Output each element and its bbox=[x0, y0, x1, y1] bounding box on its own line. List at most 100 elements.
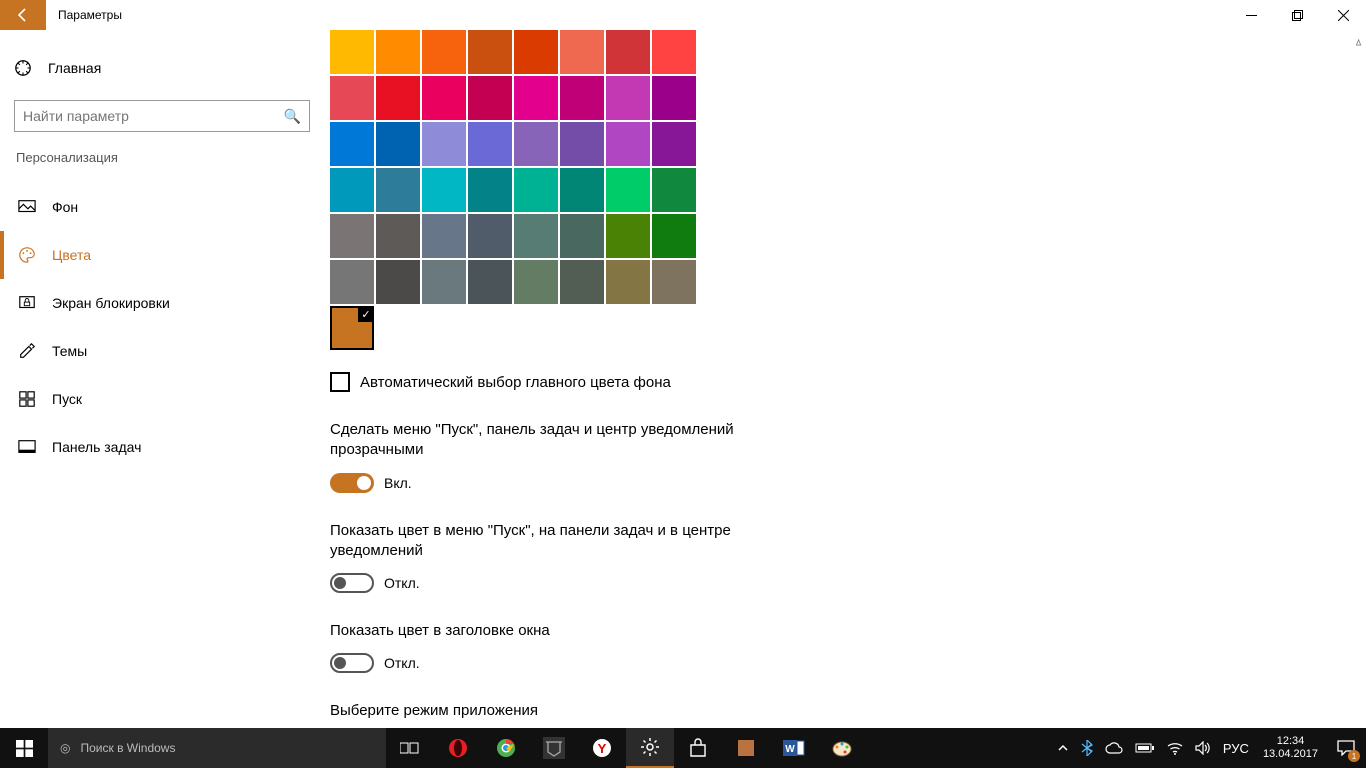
search-icon: 🔍 bbox=[284, 108, 301, 125]
back-button[interactable] bbox=[0, 0, 46, 30]
color-swatch[interactable] bbox=[376, 30, 420, 74]
color-swatch[interactable] bbox=[514, 214, 558, 258]
color-swatch[interactable] bbox=[330, 76, 374, 120]
transparency-toggle[interactable] bbox=[330, 473, 374, 493]
color-swatch[interactable] bbox=[560, 122, 604, 166]
color-swatch[interactable] bbox=[514, 168, 558, 212]
color-swatch[interactable] bbox=[514, 76, 558, 120]
color-swatch[interactable] bbox=[652, 168, 696, 212]
taskbar-app-yandex[interactable]: Y bbox=[578, 728, 626, 768]
show-start-color-toggle[interactable] bbox=[330, 573, 374, 593]
sidebar-item-colors[interactable]: Цвета bbox=[14, 231, 310, 279]
color-swatch[interactable] bbox=[606, 122, 650, 166]
battery-icon[interactable] bbox=[1129, 728, 1161, 768]
notification-badge: 1 bbox=[1348, 750, 1360, 762]
color-swatch[interactable] bbox=[376, 122, 420, 166]
sidebar-item-themes[interactable]: Темы bbox=[14, 327, 310, 375]
color-swatch[interactable] bbox=[514, 122, 558, 166]
color-swatch[interactable] bbox=[560, 76, 604, 120]
show-start-color-label: Показать цвет в меню "Пуск", на панели з… bbox=[330, 521, 750, 562]
color-swatch[interactable] bbox=[468, 30, 512, 74]
color-swatch[interactable] bbox=[468, 168, 512, 212]
taskbar-app-chrome[interactable] bbox=[482, 728, 530, 768]
color-swatch[interactable] bbox=[468, 214, 512, 258]
color-swatch[interactable] bbox=[560, 30, 604, 74]
color-swatch[interactable] bbox=[652, 260, 696, 304]
scroll-up-icon[interactable]: ㅿ bbox=[1353, 34, 1364, 51]
color-swatch[interactable] bbox=[652, 30, 696, 74]
color-swatch[interactable] bbox=[422, 30, 466, 74]
auto-color-label: Автоматический выбор главного цвета фона bbox=[360, 374, 671, 391]
color-swatch[interactable] bbox=[422, 168, 466, 212]
tray-overflow-button[interactable] bbox=[1051, 728, 1075, 768]
taskbar-app-paint[interactable] bbox=[818, 728, 866, 768]
show-titlebar-color-label: Показать цвет в заголовке окна bbox=[330, 621, 750, 641]
color-swatch[interactable] bbox=[468, 76, 512, 120]
action-center-button[interactable]: 1 bbox=[1326, 728, 1366, 768]
color-swatch[interactable] bbox=[422, 214, 466, 258]
home-link[interactable]: Главная bbox=[14, 48, 310, 88]
color-swatch[interactable] bbox=[652, 122, 696, 166]
taskbar-app-wot[interactable] bbox=[530, 728, 578, 768]
check-icon: ✓ bbox=[358, 306, 374, 322]
taskbar-app-opera[interactable] bbox=[434, 728, 482, 768]
color-swatch[interactable] bbox=[330, 122, 374, 166]
taskbar-app-word[interactable]: W bbox=[770, 728, 818, 768]
taskbar-app-store[interactable] bbox=[674, 728, 722, 768]
close-button[interactable] bbox=[1320, 0, 1366, 30]
color-swatch[interactable] bbox=[422, 122, 466, 166]
sidebar-item-background[interactable]: Фон bbox=[14, 183, 310, 231]
color-swatch[interactable] bbox=[560, 168, 604, 212]
color-swatch[interactable] bbox=[560, 214, 604, 258]
color-grid bbox=[330, 30, 1346, 304]
color-swatch[interactable] bbox=[422, 76, 466, 120]
bluetooth-icon[interactable] bbox=[1075, 728, 1099, 768]
color-swatch[interactable] bbox=[468, 260, 512, 304]
sidebar-item-start[interactable]: Пуск bbox=[14, 375, 310, 423]
color-swatch[interactable] bbox=[376, 260, 420, 304]
color-swatch[interactable] bbox=[606, 260, 650, 304]
sidebar-item-lockscreen[interactable]: Экран блокировки bbox=[14, 279, 310, 327]
onedrive-icon[interactable] bbox=[1099, 728, 1129, 768]
search-icon: ◎ bbox=[60, 741, 70, 755]
color-swatch[interactable] bbox=[514, 30, 558, 74]
color-swatch[interactable] bbox=[652, 76, 696, 120]
color-swatch[interactable] bbox=[376, 214, 420, 258]
color-swatch[interactable] bbox=[652, 214, 696, 258]
content-area: ㅿ ✓ Автоматический выбор главного цвета … bbox=[310, 30, 1366, 728]
sidebar-item-taskbar[interactable]: Панель задач bbox=[14, 423, 310, 471]
maximize-button[interactable] bbox=[1274, 0, 1320, 30]
color-swatch[interactable] bbox=[606, 214, 650, 258]
start-button[interactable] bbox=[0, 728, 48, 768]
color-swatch[interactable] bbox=[330, 214, 374, 258]
minimize-button[interactable] bbox=[1228, 0, 1274, 30]
color-swatch[interactable] bbox=[330, 30, 374, 74]
color-swatch[interactable] bbox=[606, 168, 650, 212]
taskbar-search[interactable]: ◎ Поиск в Windows bbox=[48, 728, 386, 768]
color-swatch[interactable] bbox=[468, 122, 512, 166]
color-swatch[interactable] bbox=[606, 30, 650, 74]
clock-time: 12:34 bbox=[1263, 735, 1318, 748]
taskbar-app-generic-1[interactable] bbox=[722, 728, 770, 768]
wifi-icon[interactable] bbox=[1161, 728, 1189, 768]
language-indicator[interactable]: РУС bbox=[1217, 728, 1255, 768]
clock[interactable]: 12:34 13.04.2017 bbox=[1255, 735, 1326, 761]
color-swatch[interactable] bbox=[330, 168, 374, 212]
volume-icon[interactable] bbox=[1189, 728, 1217, 768]
color-swatch[interactable] bbox=[422, 260, 466, 304]
search-input[interactable]: 🔍 bbox=[14, 100, 310, 132]
taskbar-app-settings[interactable] bbox=[626, 728, 674, 768]
task-view-button[interactable] bbox=[386, 728, 434, 768]
color-swatch[interactable] bbox=[606, 76, 650, 120]
color-swatch[interactable] bbox=[330, 260, 374, 304]
show-titlebar-color-toggle[interactable] bbox=[330, 653, 374, 673]
color-swatch[interactable] bbox=[560, 260, 604, 304]
selected-color-swatch[interactable]: ✓ bbox=[330, 306, 374, 350]
home-label: Главная bbox=[48, 60, 101, 76]
color-swatch[interactable] bbox=[376, 168, 420, 212]
auto-color-checkbox[interactable] bbox=[330, 372, 350, 392]
color-swatch[interactable] bbox=[514, 260, 558, 304]
color-swatch[interactable] bbox=[376, 76, 420, 120]
svg-text:Y: Y bbox=[598, 741, 607, 756]
svg-text:W: W bbox=[785, 744, 795, 755]
